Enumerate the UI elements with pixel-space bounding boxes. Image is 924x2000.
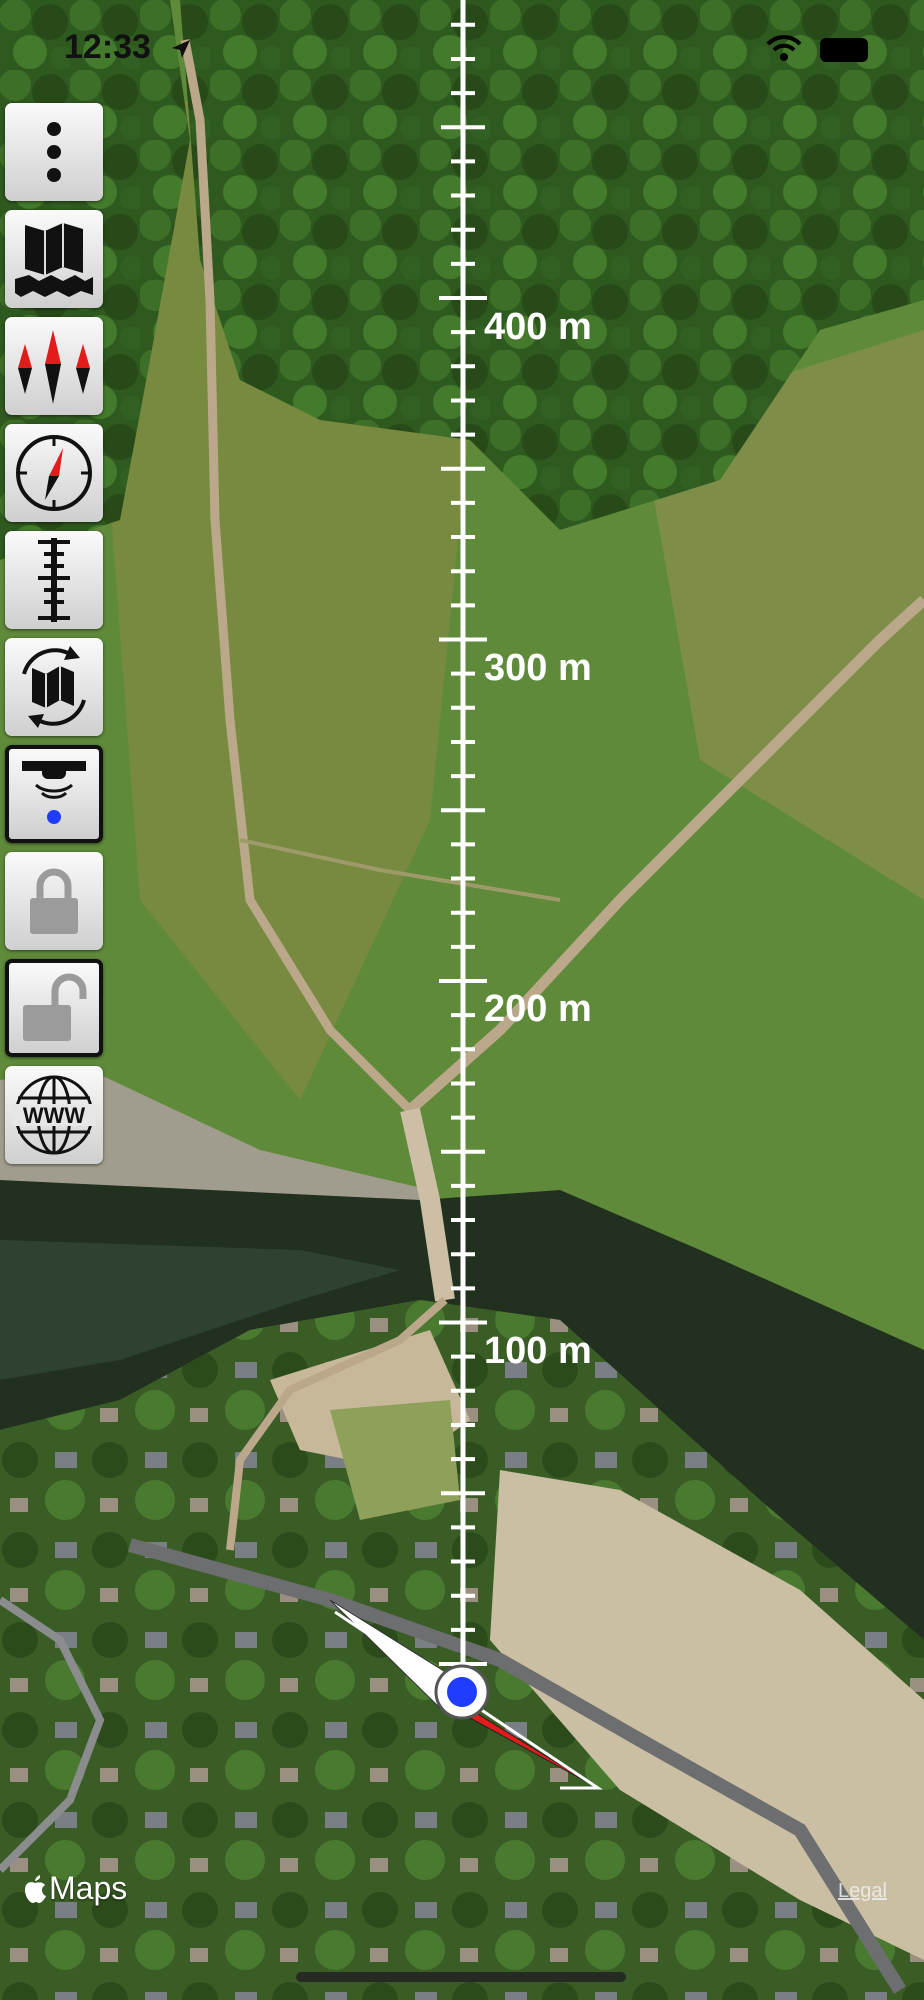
maps-label: Maps	[49, 1870, 128, 1906]
lock-closed-icon	[30, 868, 78, 934]
map-type-button[interactable]	[5, 210, 103, 308]
map-toolbar: WWW	[5, 103, 105, 1173]
ruler-icon	[38, 538, 70, 622]
legal-link[interactable]: Legal	[838, 1880, 887, 1903]
compass-needles-icon	[18, 330, 90, 404]
satellite-map[interactable]: 400 m 300 m 200 m 100 m	[0, 0, 924, 2000]
svg-text:WWW: WWW	[23, 1103, 86, 1128]
apple-logo-icon	[25, 1874, 46, 1903]
drone-location-icon	[22, 761, 86, 824]
menu-button[interactable]	[5, 103, 103, 201]
unlock-button[interactable]	[5, 959, 103, 1057]
scale-label-300: 300 m	[484, 647, 592, 689]
lock-button[interactable]	[5, 852, 103, 950]
www-globe-icon: WWW	[12, 1075, 96, 1155]
user-location-dot-icon	[434, 1664, 490, 1720]
compass-icon	[16, 435, 92, 511]
home-indicator[interactable]	[296, 1972, 626, 1982]
folded-map-icon	[15, 223, 93, 297]
compass-needles-button[interactable]	[5, 317, 103, 415]
web-button[interactable]: WWW	[5, 1066, 103, 1164]
apple-maps-attribution[interactable]: Maps	[22, 1870, 127, 1907]
compass-button[interactable]	[5, 424, 103, 522]
lock-open-icon	[23, 973, 87, 1041]
follow-location-button[interactable]	[5, 745, 103, 843]
vertical-dots-icon	[47, 122, 61, 182]
rotate-map-icon	[22, 646, 86, 728]
scale-label-400: 400 m	[484, 306, 592, 348]
rotate-map-button[interactable]	[5, 638, 103, 736]
scale-label-100: 100 m	[484, 1330, 592, 1372]
scale-label-200: 200 m	[484, 988, 592, 1030]
ruler-button[interactable]	[5, 531, 103, 629]
